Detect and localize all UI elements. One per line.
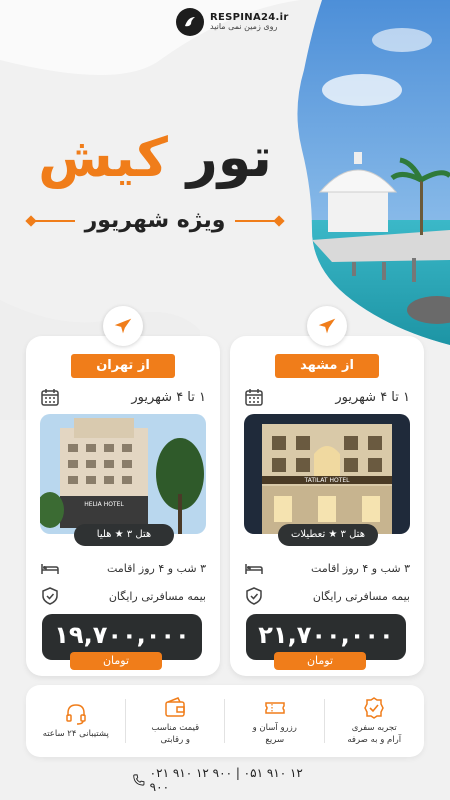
kish-pier-image: [297, 0, 450, 345]
features-bar: تجربه سفری آرام و به صرفه رزرو آسان و سر…: [26, 685, 424, 757]
bed-icon: [245, 564, 263, 574]
tour-dates: ۱ تا ۴ شهریور: [131, 389, 206, 405]
ticket-icon: [265, 702, 285, 714]
date-row: ۱ تا ۴ شهریور: [244, 386, 410, 408]
feature-label: تجربه سفری آرام و به صرفه: [347, 723, 402, 745]
feature-support: پشتیبانی ۲۴ ساعته: [26, 685, 126, 757]
calendar-icon: [41, 389, 59, 406]
feature-label: رزرو آسان و سریع: [252, 723, 297, 745]
stay-text: ۳ شب و ۴ روز اقامت: [107, 561, 206, 575]
title-kish-word: کیش: [38, 126, 168, 189]
hotel-helia-sign: HELIA HOTEL: [84, 501, 124, 508]
subtitle: ویژه شهریور: [84, 208, 226, 233]
currency-badge: تومان: [70, 652, 162, 670]
medal-check-icon: [364, 697, 385, 719]
brand-tagline: روی زمین نمی مانید: [210, 22, 278, 32]
headset-icon: [66, 704, 86, 725]
insurance-text: بیمه مسافرتی رایگان: [312, 589, 410, 603]
stay-text: ۳ شب و ۴ روز اقامت: [311, 561, 410, 575]
tour-dates: ۱ تا ۴ شهریور: [335, 389, 410, 405]
brand-logo[interactable]: RESPINA24.ir روی زمین نمی مانید: [176, 8, 289, 36]
insurance-row: بیمه مسافرتی رایگان: [40, 586, 206, 606]
insurance-row: بیمه مسافرتی رایگان: [244, 586, 410, 606]
insurance-text: بیمه مسافرتی رایگان: [108, 589, 206, 603]
origin-badge: از مشهد: [275, 354, 379, 378]
origin-badge: از تهران: [71, 354, 175, 378]
subtitle-divider: [235, 219, 280, 222]
feature-easy-booking: رزرو آسان و سریع: [225, 685, 325, 757]
title-tour-word: تور: [186, 126, 272, 189]
feature-label: قیمت مناسب و رقابتی: [151, 723, 200, 745]
tour-title: تور کیش: [20, 128, 290, 187]
subtitle-row: ویژه شهریور: [30, 208, 280, 233]
hotel-tatilat-sign: TATILAT HOTEL: [304, 477, 351, 484]
logo-bird-icon: [176, 8, 204, 36]
phone-numbers[interactable]: ۰۲۱ ۹۱۰ ۱۲ ۹۰۰ | ۰۵۱ ۹۱۰ ۱۲ ۹۰۰: [150, 766, 322, 794]
shield-check-icon: [42, 587, 58, 605]
hotel-tatilat-photo: TATILAT HOTEL: [244, 414, 410, 534]
contact-phones[interactable]: ۰۲۱ ۹۱۰ ۱۲ ۹۰۰ | ۰۵۱ ۹۱۰ ۱۲ ۹۰۰: [132, 766, 322, 794]
feature-label: پشتیبانی ۲۴ ساعته: [42, 728, 109, 739]
currency-badge: تومان: [274, 652, 366, 670]
subtitle-divider: [30, 219, 75, 222]
stay-row: ۳ شب و ۴ روز اقامت: [40, 558, 206, 578]
package-card-mashhad[interactable]: از مشهد ۱ تا ۴ شهریور TATILAT HOTEL هتل …: [230, 306, 424, 676]
hotel-helia-photo: HELIA HOTEL: [40, 414, 206, 534]
phone-icon: [133, 774, 145, 786]
bed-icon: [41, 564, 59, 574]
feature-travel-experience: تجربه سفری آرام و به صرفه: [325, 685, 425, 757]
package-card-tehran[interactable]: از تهران ۱ تا ۴ شهریور HELIA HOTEL هتل ۳…: [26, 306, 220, 676]
wallet-icon: [165, 697, 185, 717]
plane-icon: [103, 306, 143, 346]
hotel-name-label: هتل ۳ ★ هلیا: [74, 524, 174, 546]
promo-page: RESPINA24.ir روی زمین نمی مانید تور کیش …: [0, 0, 450, 800]
hotel-name-label: هتل ۳ ★ تعطیلات: [278, 524, 378, 546]
date-row: ۱ تا ۴ شهریور: [40, 386, 206, 408]
calendar-icon: [245, 389, 263, 406]
plane-icon: [307, 306, 347, 346]
stay-row: ۳ شب و ۴ روز اقامت: [244, 558, 410, 578]
shield-check-icon: [246, 587, 262, 605]
feature-good-price: قیمت مناسب و رقابتی: [126, 685, 226, 757]
